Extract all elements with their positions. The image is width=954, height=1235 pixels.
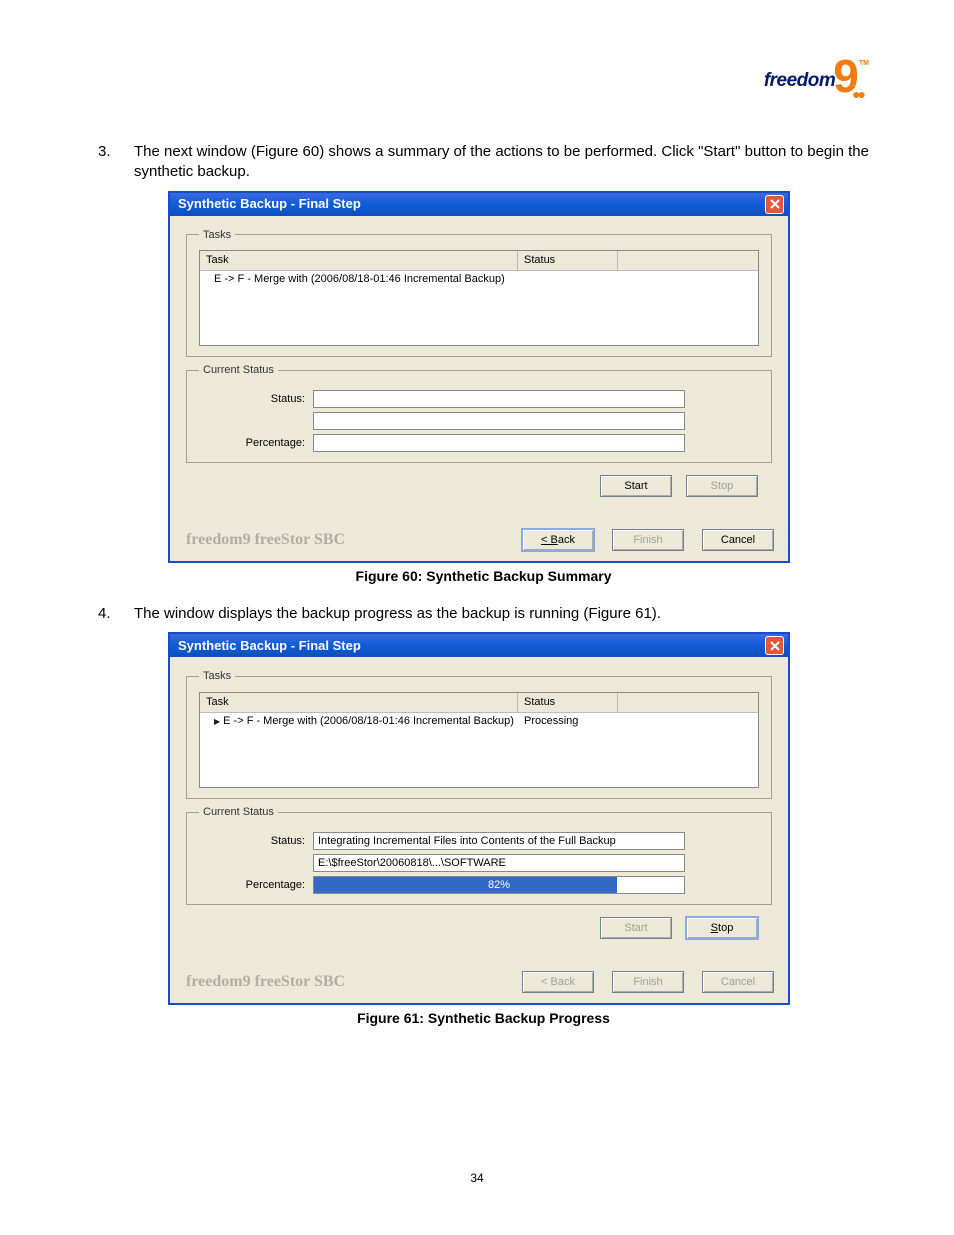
status-cell [518,271,618,288]
window-title: Synthetic Backup - Final Step [178,637,361,655]
finish-button: Finish [612,971,684,993]
status-field: Integrating Incremental Files into Conte… [313,832,685,850]
close-icon[interactable] [765,195,784,214]
percentage-progressbar: 82% [313,876,685,894]
step-4: 4. The window displays the backup progre… [98,604,869,624]
status-cell: Processing [518,713,618,730]
logo-tm: TM [859,60,869,67]
brand-footer-text: freedom9 freeStor SBC [186,529,345,551]
table-row: E -> F - Merge with (2006/08/18-01:46 In… [200,713,758,730]
step-3-number: 3. [98,142,134,183]
status-label: Status: [199,834,313,849]
tasks-group: Tasks Task Status E -> F - Merge with (2… [186,228,772,358]
stop-button: Stop [686,475,758,497]
brand-footer-text: freedom9 freeStor SBC [186,971,345,993]
step-4-number: 4. [98,604,134,624]
task-cell: E -> F - Merge with (2006/08/18-01:46 In… [200,713,518,730]
back-button[interactable]: < Back [522,529,594,551]
stop-button[interactable]: Stop [686,917,758,939]
cancel-button[interactable]: Cancel [702,529,774,551]
col-task-header: Task [200,693,518,712]
cancel-button: Cancel [702,971,774,993]
start-button: Start [600,917,672,939]
current-status-group: Current Status Status: Percentage: [186,363,772,463]
status-field-2 [313,412,685,430]
titlebar: Synthetic Backup - Final Step [170,193,788,216]
tasks-legend: Tasks [199,228,235,243]
brand-logo: freedom9TM ●● [764,60,869,104]
percentage-field [313,434,685,452]
progress-text: 82% [314,877,684,893]
tasks-legend: Tasks [199,669,235,684]
step-3: 3. The next window (Figure 60) shows a s… [98,142,869,183]
step-4-text: The window displays the backup progress … [134,604,869,624]
synthetic-backup-dialog-progress: Synthetic Backup - Final Step Tasks Task… [168,632,790,1005]
table-row: E -> F - Merge with (2006/08/18-01:46 In… [200,271,758,288]
tasks-table: Task Status E -> F - Merge with (2006/08… [199,250,759,346]
percentage-label: Percentage: [199,878,313,893]
current-status-legend: Current Status [199,363,278,378]
status-field-2: E:\$freeStor\20060818\...\SOFTWARE [313,854,685,872]
status-label: Status: [199,392,313,407]
col-task-header: Task [200,251,518,270]
status-field [313,390,685,408]
window-title: Synthetic Backup - Final Step [178,195,361,213]
step-3-text: The next window (Figure 60) shows a summ… [134,142,869,183]
col-status-header: Status [518,251,618,270]
task-cell: E -> F - Merge with (2006/08/18-01:46 In… [200,271,518,288]
col-status-header: Status [518,693,618,712]
synthetic-backup-dialog-summary: Synthetic Backup - Final Step Tasks Task… [168,191,790,564]
figure-61-caption: Figure 61: Synthetic Backup Progress [98,1009,869,1028]
close-icon[interactable] [765,636,784,655]
start-button[interactable]: Start [600,475,672,497]
logo-word: freedom [764,70,835,91]
tasks-group: Tasks Task Status E -> F - Merge with (2… [186,669,772,799]
tasks-table: Task Status E -> F - Merge with (2006/08… [199,692,759,788]
current-status-group: Current Status Status: Integrating Incre… [186,805,772,905]
current-status-legend: Current Status [199,805,278,820]
back-button: < Back [522,971,594,993]
percentage-label: Percentage: [199,436,313,451]
page-number: 34 [0,1171,954,1185]
titlebar: Synthetic Backup - Final Step [170,634,788,657]
figure-60-caption: Figure 60: Synthetic Backup Summary [98,567,869,586]
finish-button: Finish [612,529,684,551]
